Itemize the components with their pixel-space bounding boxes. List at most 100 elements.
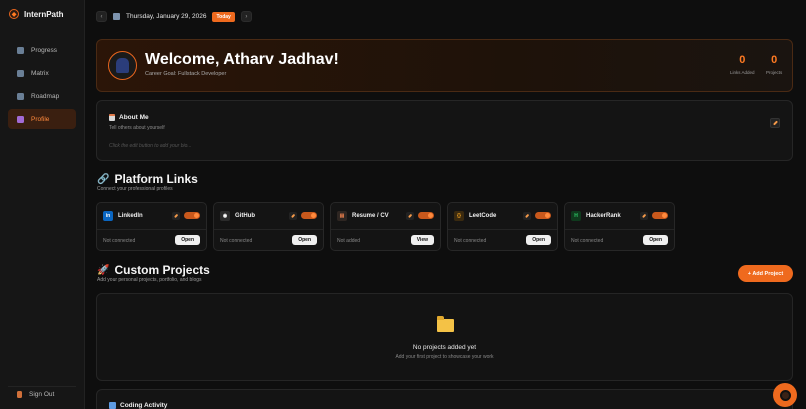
visibility-toggle[interactable] <box>301 212 317 219</box>
door-icon <box>17 391 22 398</box>
edit-link-button[interactable] <box>172 211 180 220</box>
today-button[interactable]: Today <box>212 11 235 22</box>
platform-links-title: Platform Links <box>114 172 198 186</box>
stat-value: 0 <box>771 54 778 66</box>
calendar-icon <box>113 13 120 20</box>
coding-activity-heading: Coding Activity <box>109 402 167 409</box>
avatar-icon <box>779 389 791 401</box>
platform-status: Not added <box>337 238 361 244</box>
stat-label: Links Added <box>730 70 755 75</box>
chart-icon <box>17 46 24 54</box>
sidebar: ◆ InternPath Progress Matrix Roadmap Pro… <box>0 0 85 409</box>
sidebar-item-label: Profile <box>31 115 50 123</box>
pencil-icon <box>291 213 295 218</box>
sidebar-item-label: Roadmap <box>31 92 60 100</box>
edit-link-button[interactable] <box>289 211 297 220</box>
about-me-card: About Me Tell others about yourself Clic… <box>96 100 793 161</box>
stat-projects: 0 Projects <box>766 54 782 75</box>
divider <box>214 229 323 230</box>
sidebar-item-matrix[interactable]: Matrix <box>8 63 76 83</box>
open-link-button[interactable]: Open <box>643 235 668 245</box>
sign-out-label: Sign Out <box>29 391 55 398</box>
sidebar-item-roadmap[interactable]: Roadmap <box>8 86 76 106</box>
avatar[interactable] <box>108 51 137 80</box>
open-link-button[interactable]: Open <box>175 235 200 245</box>
platform-name: GitHub <box>235 212 255 219</box>
visibility-toggle[interactable] <box>418 212 434 219</box>
next-day-button[interactable]: › <box>240 11 252 22</box>
current-date: Thursday, January 29, 2026 <box>126 13 207 20</box>
coding-activity-title: Coding Activity <box>120 402 168 409</box>
map-icon <box>17 92 24 100</box>
pencil-icon <box>642 213 646 218</box>
platform-links-subtitle: Connect your professional profiles <box>97 186 173 192</box>
stat-label: Projects <box>766 70 783 75</box>
link-icon: 🔗 <box>97 173 110 185</box>
platform-name: HackerRank <box>586 212 621 219</box>
github-icon: ◉ <box>220 210 230 221</box>
pencil-icon <box>408 213 412 218</box>
brand[interactable]: ◆ InternPath <box>9 9 64 19</box>
sidebar-nav: Progress Matrix Roadmap Profile <box>8 40 76 132</box>
custom-projects-subtitle: Add your personal projects, portfolio, a… <box>97 277 202 283</box>
brand-logo-icon: ◆ <box>9 9 19 19</box>
platform-name: LinkedIn <box>118 212 143 219</box>
sidebar-item-profile[interactable]: Profile <box>8 109 76 129</box>
platform-status: Not connected <box>103 238 136 244</box>
rocket-icon: 🚀 <box>97 264 110 276</box>
stat-value: 0 <box>739 54 746 66</box>
prev-day-button[interactable]: ‹ <box>96 11 107 22</box>
platform-name: LeetCode <box>469 212 497 219</box>
sidebar-item-progress[interactable]: Progress <box>8 40 76 60</box>
platform-card-hackerrank: H HackerRank Not connected Open <box>564 202 675 251</box>
user-icon <box>17 115 24 123</box>
bio-placeholder: Click the edit button to add your bio... <box>109 143 192 149</box>
stat-links-added: 0 Links Added <box>730 54 755 75</box>
visibility-toggle[interactable] <box>184 212 200 219</box>
platform-card-resume: ▤ Resume / CV Not added View <box>330 202 441 251</box>
view-resume-button[interactable]: View <box>410 235 434 245</box>
edit-link-button[interactable] <box>523 211 531 220</box>
open-link-button[interactable]: Open <box>526 235 551 245</box>
coding-activity-card: Coding Activity <box>96 389 793 409</box>
hackerrank-icon: H <box>571 210 581 221</box>
platform-card-github: ◉ GitHub Not connected Open <box>213 202 324 251</box>
visibility-toggle[interactable] <box>535 212 551 219</box>
platform-name: Resume / CV <box>352 212 389 219</box>
edit-bio-button[interactable] <box>770 118 780 128</box>
platform-card-leetcode: {} LeetCode Not connected Open <box>447 202 558 251</box>
grid-icon <box>17 69 24 77</box>
app-root: ◆ InternPath Progress Matrix Roadmap Pro… <box>0 0 806 409</box>
career-goal: Career Goal: Fullstack Developer <box>145 71 227 77</box>
divider <box>448 229 557 230</box>
custom-projects-title: Custom Projects <box>114 263 210 277</box>
about-me-subtitle: Tell others about yourself <box>109 125 165 131</box>
custom-projects-heading: 🚀 Custom Projects <box>97 263 210 277</box>
empty-title: No projects added yet <box>412 344 477 351</box>
divider <box>565 229 674 230</box>
pencil-icon <box>525 213 529 218</box>
bar-chart-icon <box>109 402 116 409</box>
sidebar-item-label: Matrix <box>31 69 49 77</box>
sidebar-item-label: Progress <box>31 46 58 54</box>
welcome-card: Welcome, Atharv Jadhav! Career Goal: Ful… <box>96 39 793 92</box>
brand-name: InternPath <box>24 9 64 19</box>
open-link-button[interactable]: Open <box>292 235 317 245</box>
leetcode-icon: {} <box>454 210 464 221</box>
folder-icon <box>437 316 454 332</box>
platform-links-heading: 🔗 Platform Links <box>97 172 198 186</box>
about-me-title: About Me <box>119 114 149 121</box>
pencil-icon <box>772 120 778 126</box>
floating-avatar-button[interactable] <box>773 383 797 407</box>
projects-empty-state: No projects added yet Add your first pro… <box>96 293 793 381</box>
edit-link-button[interactable] <box>640 211 648 220</box>
platform-status: Not connected <box>571 238 604 244</box>
document-icon <box>109 114 115 121</box>
add-project-button[interactable]: + Add Project <box>738 265 793 282</box>
visibility-toggle[interactable] <box>652 212 668 219</box>
edit-link-button[interactable] <box>406 211 414 220</box>
platform-status: Not connected <box>220 238 253 244</box>
empty-subtitle: Add your first project to showcase your … <box>395 354 494 360</box>
welcome-title: Welcome, Atharv Jadhav! <box>145 51 339 68</box>
sign-out-button[interactable]: Sign Out <box>8 386 76 402</box>
